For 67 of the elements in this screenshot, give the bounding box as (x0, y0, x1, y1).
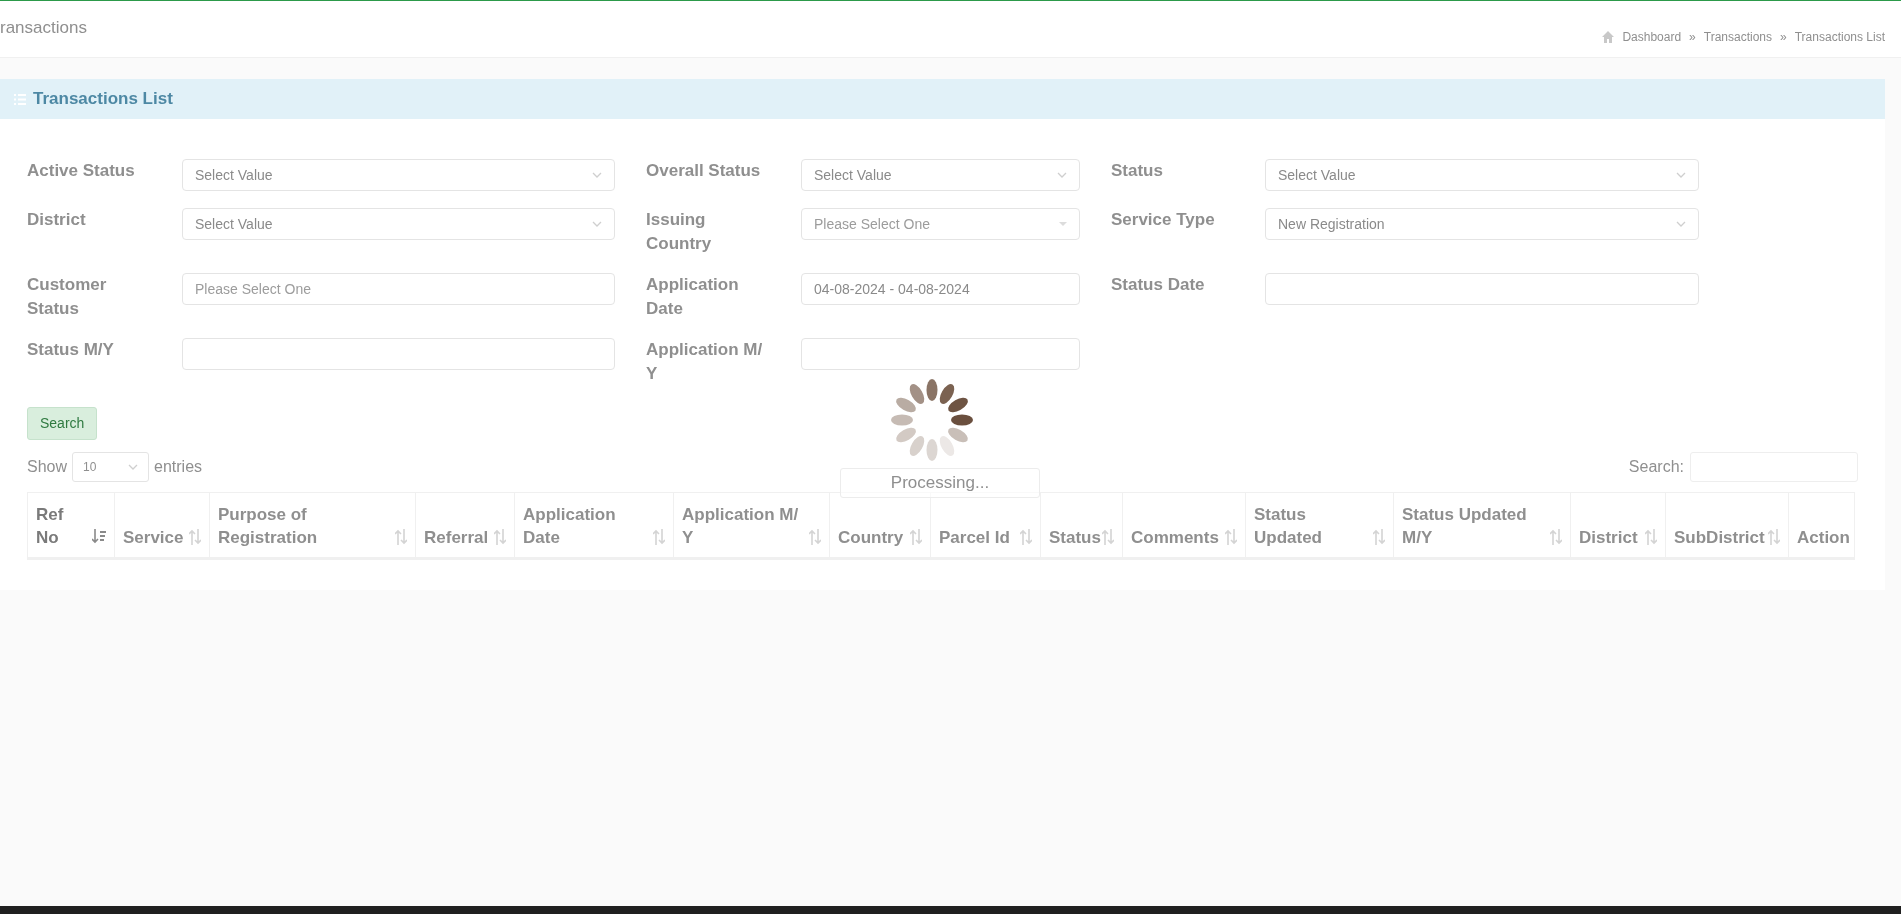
chevron-icon (1057, 172, 1067, 178)
field-label: Service Type (1110, 209, 1216, 231)
select-value: Select Value (814, 165, 892, 185)
input-field[interactable]: 04-08-2024 - 04-08-2024 (801, 273, 1080, 305)
chevron-icon (592, 221, 602, 227)
input-field[interactable]: Please Select One (182, 273, 615, 305)
column-header[interactable]: Country (829, 492, 931, 559)
search-label: Search: (1628, 457, 1684, 477)
breadcrumb-link[interactable]: Dashboard (1622, 28, 1682, 46)
home-icon (1602, 31, 1615, 43)
column-header[interactable]: Comments (1122, 492, 1246, 559)
chevron-icon (1676, 172, 1686, 178)
column-header[interactable]: Status (1040, 492, 1123, 559)
select-value: Select Value (195, 214, 273, 234)
field-label: District (27, 209, 87, 231)
input-field[interactable] (801, 338, 1080, 370)
column-header[interactable]: Referral (415, 492, 515, 559)
chevron-icon (128, 464, 139, 470)
panel-title: Transactions List (33, 88, 173, 111)
field-label: Application Date (645, 274, 740, 320)
column-header[interactable]: District (1570, 492, 1666, 559)
select-field[interactable]: Select Value (182, 159, 615, 191)
select-field[interactable]: Select Value (801, 159, 1080, 191)
column-header[interactable]: SubDistrict (1665, 492, 1789, 559)
field-label: Active Status (27, 160, 136, 182)
caret-icon (1059, 222, 1067, 226)
column-header[interactable]: Action (1788, 492, 1855, 559)
input-field[interactable] (1265, 273, 1699, 305)
column-header[interactable]: Ref No (27, 492, 115, 559)
breadcrumb-separator: » (1689, 29, 1696, 46)
column-header[interactable]: Parcel Id (930, 492, 1041, 559)
select-field[interactable]: Select Value (182, 208, 615, 240)
page-title: ransactions (0, 18, 87, 39)
select-field[interactable]: Select Value (1265, 159, 1699, 191)
select-field[interactable]: New Registration (1265, 208, 1699, 240)
select-value: Select Value (195, 165, 273, 185)
combo-placeholder: Please Select One (814, 214, 930, 234)
show-label: Show (27, 457, 68, 477)
breadcrumb-link[interactable]: Transactions List (1794, 28, 1885, 46)
loading-spinner-icon (888, 376, 976, 464)
field-label: Status Date (1110, 274, 1206, 296)
column-header[interactable]: Application M/ Y (673, 492, 830, 559)
field-label: Status M/Y (27, 339, 115, 361)
chevron-icon (592, 172, 602, 178)
select-value: New Registration (1278, 214, 1385, 234)
page-length-select[interactable]: 10 (72, 452, 150, 482)
field-label: Status (1110, 160, 1164, 182)
select-value: Select Value (1278, 165, 1356, 185)
field-label: Customer Status (27, 274, 108, 320)
list-icon (14, 93, 26, 105)
column-header[interactable]: Status Updated M/Y (1393, 492, 1571, 559)
combo-field[interactable]: Please Select One (801, 208, 1080, 240)
select-value: 10 (83, 459, 97, 476)
breadcrumb-link[interactable]: Transactions (1703, 28, 1773, 46)
breadcrumb-separator: » (1780, 29, 1787, 46)
search-button[interactable]: Search (27, 407, 98, 440)
entries-label: entries (154, 457, 203, 477)
field-label: Overall Status (645, 160, 762, 182)
field-label: Issuing Country (645, 209, 713, 255)
input-field[interactable] (182, 338, 615, 370)
column-header[interactable]: Status Updated (1245, 492, 1394, 559)
column-header[interactable]: Service (114, 492, 210, 559)
column-header[interactable]: Application Date (514, 492, 674, 559)
column-header[interactable]: Purpose of Registration (209, 492, 416, 559)
processing-indicator: Processing... (840, 468, 1040, 498)
chevron-icon (1676, 221, 1686, 227)
field-label: Application M/ Y (645, 339, 764, 385)
